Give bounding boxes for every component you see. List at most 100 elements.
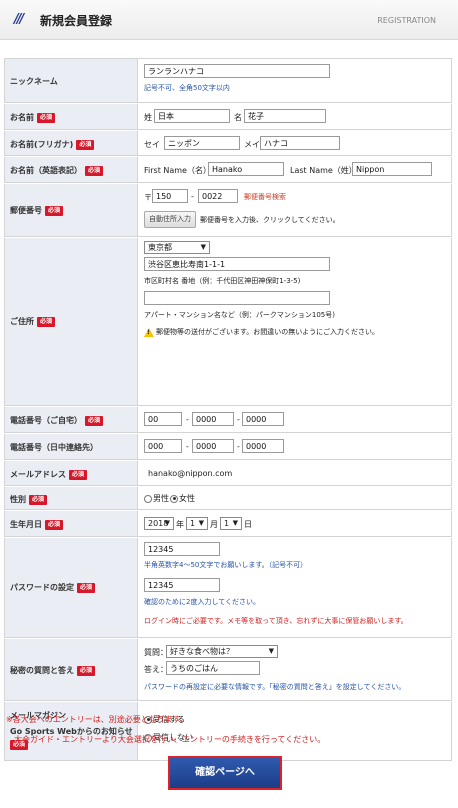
secret-note: パスワードの再設定に必要な情報です。「秘密の質問と答え」を設定してください。 bbox=[144, 683, 406, 691]
kana-mei-label: メイ bbox=[244, 140, 260, 149]
row-birthdate: 生年月日 必須 2018 ▼ 年 1 ▼ 月 1 ▼ 日 bbox=[4, 511, 452, 537]
label-cell: メールマガジン Go Sports Webからのお知らせ 必須 bbox=[4, 702, 138, 760]
chevron-down-icon: ▼ bbox=[164, 519, 170, 527]
registration-form: ニックネーム ランランハナコ 記号不可、全角50文字以内 お名前 必須 姓 日本 … bbox=[4, 58, 452, 761]
value-cell: 00 - 0000 - 0000 bbox=[138, 407, 452, 432]
row-name: お名前 必須 姓 日本 名 花子 bbox=[4, 104, 452, 130]
required-badge: 必須 bbox=[85, 415, 104, 426]
phone-home-part1-input[interactable]: 00 bbox=[144, 412, 182, 426]
phone-home-part3-input[interactable]: 0000 bbox=[242, 412, 284, 426]
password-label: パスワードの設定 bbox=[10, 583, 74, 592]
answer-label: 答え： bbox=[144, 665, 168, 674]
birth-year-select[interactable]: 2018 ▼ bbox=[144, 517, 174, 530]
label-cell: ニックネーム bbox=[4, 59, 138, 102]
chevron-down-icon: ▼ bbox=[200, 243, 206, 251]
password-note: 半角英数字4〜50文字でお願いします。（記号不可） bbox=[144, 561, 308, 569]
gender-male-option[interactable]: 男性 bbox=[144, 493, 169, 504]
value-cell: 12345 半角英数字4〜50文字でお願いします。（記号不可） 12345 確認… bbox=[138, 538, 452, 637]
prefecture-select[interactable]: 東京都 ▼ bbox=[144, 241, 210, 254]
label-cell: 性別 必須 bbox=[4, 487, 138, 509]
row-password: パスワードの設定 必須 12345 半角英数字4〜50文字でお願いします。（記号不… bbox=[4, 538, 452, 638]
value-cell: 質問： 好きな食べ物は？ ▼ 答え： うちのごはん パスワードの再設定に必要な情報… bbox=[138, 639, 452, 700]
phone-day-part2-input[interactable]: 0000 bbox=[192, 439, 234, 453]
required-badge: 必須 bbox=[37, 112, 56, 123]
label-cell: 電話番号（日中連絡先） bbox=[4, 434, 138, 459]
nickname-note: 記号不可、全角50文字以内 bbox=[144, 84, 230, 92]
row-kana: お名前(フリガナ) 必須 セイ ニッポン メイ ハナコ bbox=[4, 131, 452, 156]
phone-day-part1-input[interactable]: 000 bbox=[144, 439, 182, 453]
value-cell: ランランハナコ 記号不可、全角50文字以内 bbox=[138, 59, 452, 102]
value-cell: 000 - 0000 - 0000 bbox=[138, 434, 452, 459]
value-cell: 2018 ▼ 年 1 ▼ 月 1 ▼ 日 bbox=[138, 511, 452, 536]
month-unit: 月 bbox=[210, 520, 218, 529]
password-input[interactable]: 12345 bbox=[144, 542, 220, 556]
day-unit: 日 bbox=[244, 520, 252, 529]
postal-search-link[interactable]: 郵便番号検索 bbox=[244, 192, 286, 202]
auto-address-note: 郵便番号を入力後、クリックしてください。 bbox=[200, 216, 340, 224]
address-line2-note: アパート・マンション名など（例：パークマンション105号) bbox=[144, 311, 335, 319]
postal-part1-input[interactable]: 150 bbox=[152, 189, 188, 203]
postal-part2-input[interactable]: 0022 bbox=[198, 189, 238, 203]
birth-day-select[interactable]: 1 ▼ bbox=[220, 517, 242, 530]
postal-mark: 〒 bbox=[144, 193, 152, 202]
radio-checked-icon[interactable] bbox=[170, 494, 178, 503]
row-mail-magazine: メールマガジン Go Sports Webからのお知らせ 必須 受信する 受信し… bbox=[4, 702, 452, 761]
password-confirm-note: 確認のために2度入力してください。 bbox=[144, 598, 261, 606]
value-cell: 姓 日本 名 花子 bbox=[138, 104, 452, 129]
row-email: メールアドレス 必須 hanako@nippon.com bbox=[4, 461, 452, 486]
label-cell: 生年月日 必須 bbox=[4, 511, 138, 536]
required-badge: 必須 bbox=[76, 139, 95, 150]
radio-icon[interactable] bbox=[144, 494, 152, 503]
dash: - bbox=[237, 442, 240, 451]
kana-label: お名前(フリガナ) bbox=[10, 140, 74, 149]
label-cell: パスワードの設定 必須 bbox=[4, 538, 138, 637]
sei-input[interactable]: 日本 bbox=[154, 109, 230, 123]
chevron-down-icon: ▼ bbox=[198, 519, 204, 527]
address-warning: 郵便物等の送付がございます。お間違いの無いようにご入力ください。 bbox=[144, 327, 379, 337]
required-badge: 必須 bbox=[45, 519, 64, 530]
label-cell: 電話番号（ご自宅） 必須 bbox=[4, 407, 138, 432]
chevron-down-icon: ▼ bbox=[232, 519, 238, 527]
phone-home-part2-input[interactable]: 0000 bbox=[192, 412, 234, 426]
mei-input[interactable]: 花子 bbox=[244, 109, 326, 123]
row-secret-question: 秘密の質問と答え 必須 質問： 好きな食べ物は？ ▼ 答え： うちのごはん パスワー… bbox=[4, 639, 452, 701]
chevron-down-icon: ▼ bbox=[268, 647, 274, 655]
email-label: メールアドレス bbox=[10, 470, 66, 479]
address-line2-input[interactable] bbox=[144, 291, 330, 305]
question-label: 質問： bbox=[144, 648, 168, 657]
password-confirm-input[interactable]: 12345 bbox=[144, 578, 220, 592]
secret-answer-input[interactable]: うちのごはん bbox=[166, 661, 260, 675]
row-roman-name: お名前（英語表記） 必須 First Name（名） Hanako Last Na… bbox=[4, 157, 452, 183]
secret-question-select[interactable]: 好きな食べ物は？ ▼ bbox=[166, 645, 278, 658]
required-badge: 必須 bbox=[69, 469, 88, 480]
required-badge: 必須 bbox=[29, 494, 48, 505]
postal-dash: - bbox=[191, 192, 194, 201]
birth-month-select[interactable]: 1 ▼ bbox=[186, 517, 208, 530]
value-cell: hanako@nippon.com bbox=[138, 461, 452, 485]
required-badge: 必須 bbox=[37, 316, 56, 327]
kana-sei-input[interactable]: ニッポン bbox=[164, 136, 240, 150]
phone-day-part3-input[interactable]: 0000 bbox=[242, 439, 284, 453]
first-name-input[interactable]: Hanako bbox=[208, 162, 284, 176]
address-label: ご住所 bbox=[10, 317, 34, 326]
sei-label: 姓 bbox=[144, 113, 152, 122]
auto-address-button[interactable]: 自動住所入力 bbox=[144, 211, 196, 228]
row-address: ご住所 必須 東京都 ▼ 渋谷区恵比寿南1-1-1 市区町村名 番地（例：千代田区神… bbox=[4, 238, 452, 406]
last-name-input[interactable]: Nippon bbox=[352, 162, 432, 176]
kana-mei-input[interactable]: ハナコ bbox=[260, 136, 340, 150]
gender-female-option[interactable]: 女性 bbox=[170, 493, 195, 504]
required-badge: 必須 bbox=[45, 205, 64, 216]
confirm-page-button[interactable]: 確認ページへ bbox=[168, 756, 282, 790]
postal-label: 郵便番号 bbox=[10, 206, 42, 215]
kana-sei-label: セイ bbox=[144, 140, 160, 149]
row-phone-home: 電話番号（ご自宅） 必須 00 - 0000 - 0000 bbox=[4, 407, 452, 433]
phone-day-label: 電話番号（日中連絡先） bbox=[10, 443, 98, 452]
gender-female-label: 女性 bbox=[179, 494, 195, 503]
dash: - bbox=[237, 415, 240, 424]
label-cell: 郵便番号 必須 bbox=[4, 184, 138, 236]
phone-home-label: 電話番号（ご自宅） bbox=[10, 416, 82, 425]
address-warning-text: 郵便物等の送付がございます。お間違いの無いようにご入力ください。 bbox=[156, 328, 380, 336]
nickname-input[interactable]: ランランハナコ bbox=[144, 64, 330, 78]
entry-footnote-line2: 大会ガイド・エントリーより大会選択を行い、エントリーの手続きを行ってください。 bbox=[14, 735, 326, 744]
address-line1-input[interactable]: 渋谷区恵比寿南1-1-1 bbox=[144, 257, 330, 271]
